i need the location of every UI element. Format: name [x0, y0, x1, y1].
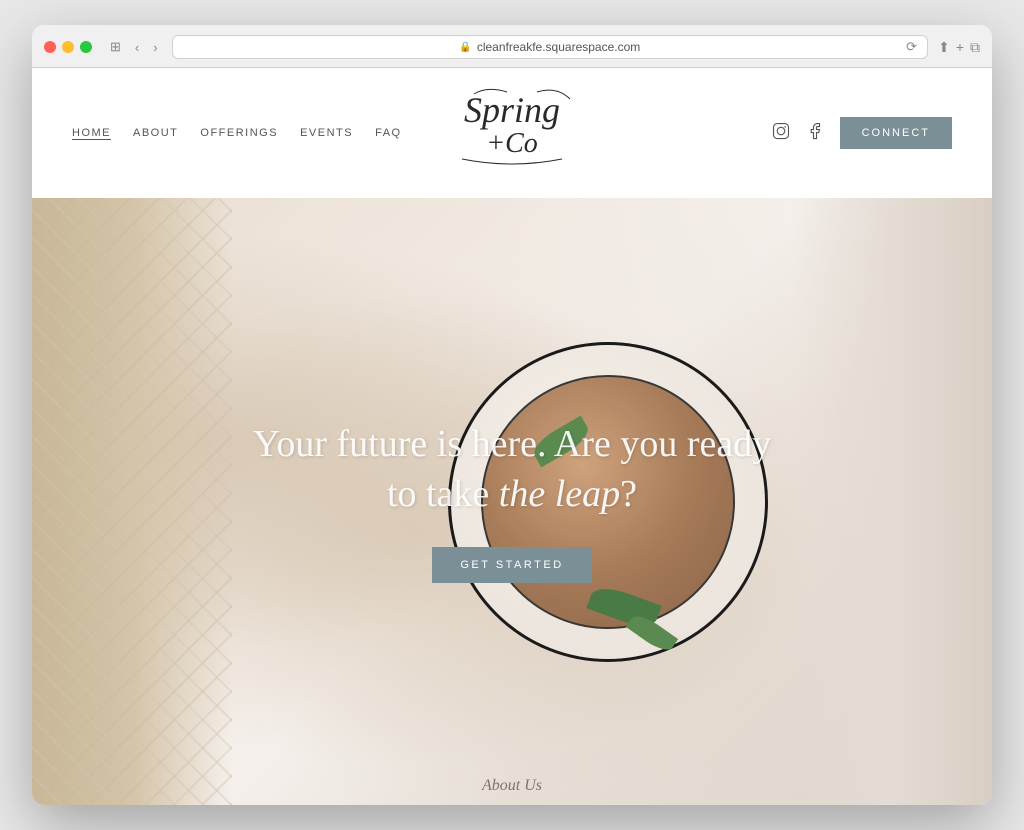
- about-hint: About Us: [482, 777, 542, 795]
- website: HOME ABOUT OFFERINGS EVENTS FAQ Spring +…: [32, 68, 992, 805]
- maximize-button[interactable]: [80, 41, 92, 53]
- instagram-icon[interactable]: [772, 122, 790, 145]
- hero-headline-italic: the leap: [499, 473, 620, 515]
- share-button[interactable]: ⬆: [938, 39, 950, 56]
- get-started-button[interactable]: GET STARTED: [432, 547, 591, 583]
- hero-headline-line1: Your future is here. Are you ready: [253, 423, 772, 465]
- hero-section: Your future is here. Are you ready to ta…: [32, 198, 992, 805]
- hero-content: Your future is here. Are you ready to ta…: [32, 198, 992, 805]
- hero-headline: Your future is here. Are you ready to ta…: [253, 420, 772, 519]
- facebook-icon[interactable]: [806, 122, 824, 145]
- connect-button[interactable]: CONNeCT: [840, 117, 952, 149]
- lock-icon: 🔒: [459, 42, 471, 53]
- new-tab-button[interactable]: +: [956, 39, 964, 55]
- site-logo[interactable]: Spring +Co: [432, 84, 592, 182]
- address-bar[interactable]: 🔒 cleanfreakfe.squarespace.com ⟳: [172, 35, 928, 59]
- svg-text:+Co: +Co: [486, 128, 538, 159]
- hero-headline-line2-prefix: to take: [387, 473, 499, 515]
- browser-window: ⊞ ‹ › 🔒 cleanfreakfe.squarespace.com ⟳ ⬆…: [32, 25, 992, 805]
- url-text: cleanfreakfe.squarespace.com: [477, 40, 640, 54]
- about-hint-text: About Us: [482, 777, 542, 794]
- traffic-lights: [44, 41, 92, 53]
- close-button[interactable]: [44, 41, 56, 53]
- sidebar-toggle-button[interactable]: ⊞: [106, 37, 125, 57]
- nav-link-offerings[interactable]: OFFERINGS: [200, 127, 278, 139]
- forward-button[interactable]: ›: [149, 38, 161, 57]
- nav-link-events[interactable]: EVENTS: [300, 127, 353, 139]
- nav-right: CONNeCT: [772, 117, 952, 149]
- nav-link-home[interactable]: HOME: [72, 127, 111, 139]
- hero-headline-line2-suffix: ?: [620, 473, 637, 515]
- browser-controls: ⊞ ‹ ›: [106, 37, 162, 57]
- nav-link-about[interactable]: ABOUT: [133, 127, 178, 139]
- reload-icon[interactable]: ⟳: [906, 39, 917, 55]
- duplicate-button[interactable]: ⧉: [970, 39, 980, 56]
- logo-text: Spring +Co: [432, 84, 592, 182]
- back-button[interactable]: ‹: [131, 38, 143, 57]
- nav-link-faq[interactable]: FAQ: [375, 127, 402, 139]
- browser-actions: ⬆ + ⧉: [938, 39, 980, 56]
- browser-chrome: ⊞ ‹ › 🔒 cleanfreakfe.squarespace.com ⟳ ⬆…: [32, 25, 992, 68]
- logo-svg-graphic: Spring +Co: [432, 84, 592, 174]
- nav-links-left: HOME ABOUT OFFERINGS EVENTS FAQ: [72, 127, 402, 139]
- minimize-button[interactable]: [62, 41, 74, 53]
- svg-text:Spring: Spring: [464, 90, 560, 130]
- site-navigation: HOME ABOUT OFFERINGS EVENTS FAQ Spring +…: [32, 68, 992, 198]
